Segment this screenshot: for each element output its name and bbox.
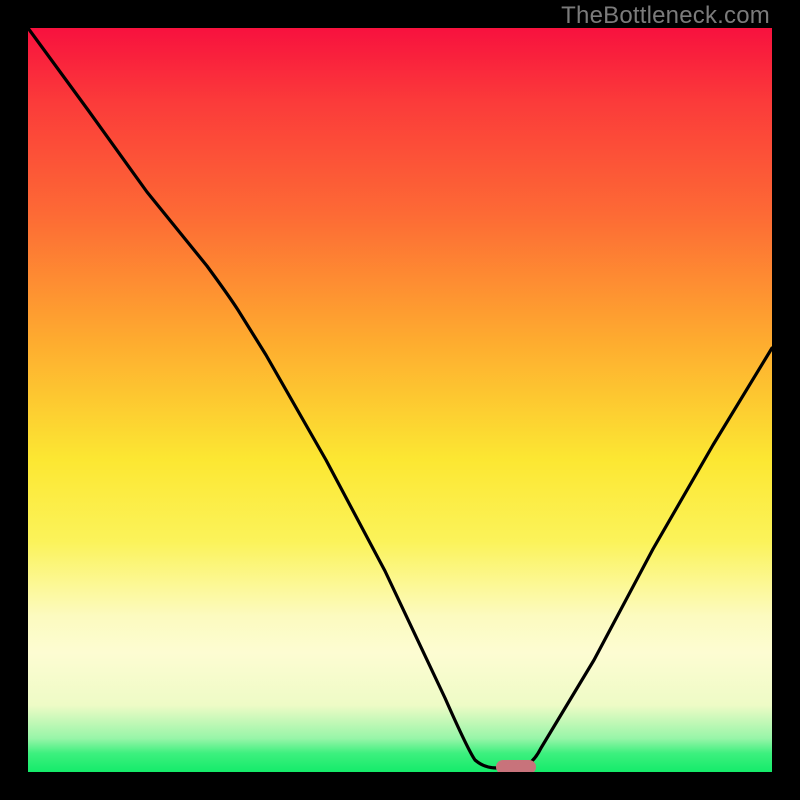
plot-area <box>28 28 772 772</box>
bottleneck-curve <box>28 28 772 772</box>
curve-path <box>28 28 772 768</box>
watermark-text: TheBottleneck.com <box>561 2 770 30</box>
chart-frame: TheBottleneck.com <box>0 0 800 800</box>
minimum-marker <box>496 760 536 772</box>
